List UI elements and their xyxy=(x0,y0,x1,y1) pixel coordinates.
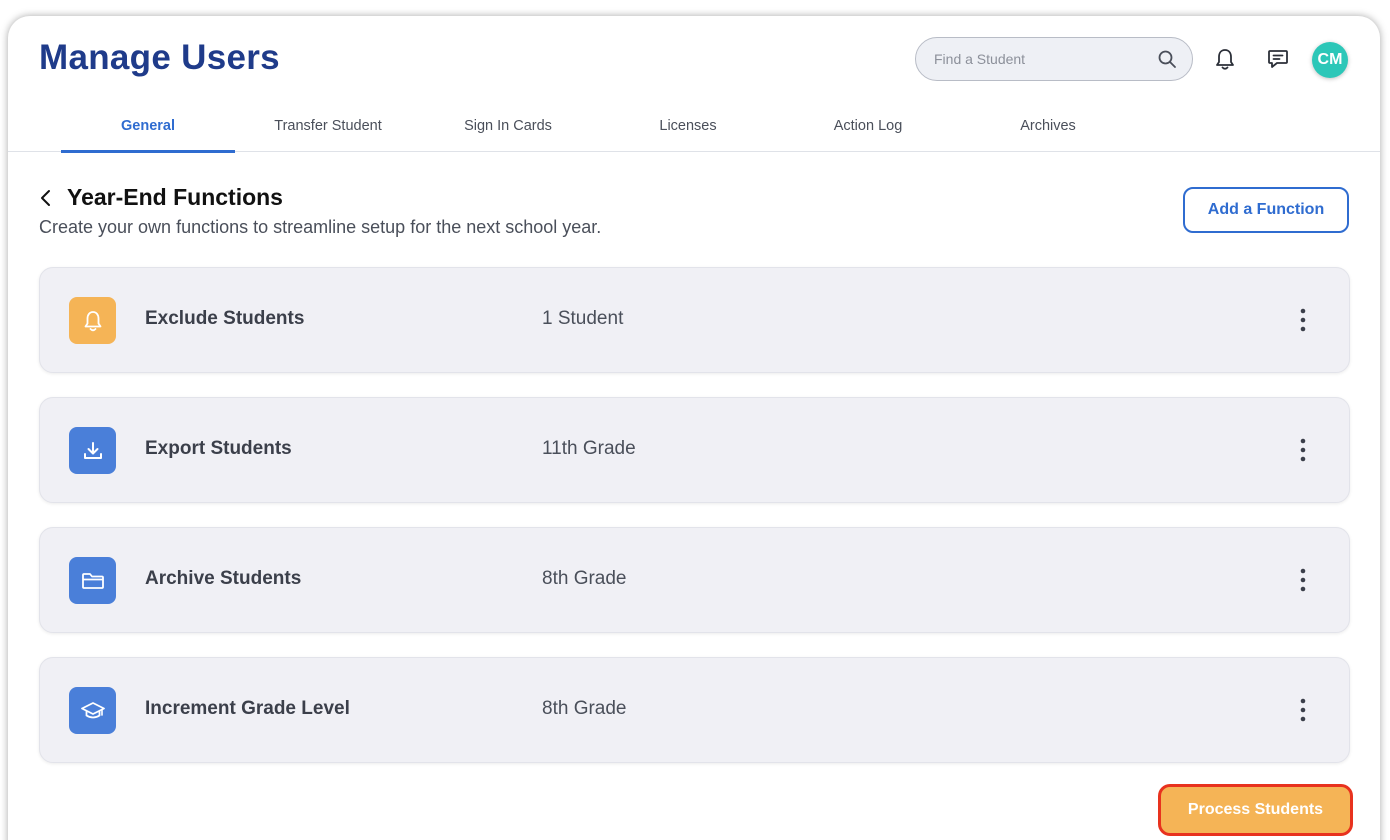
tab-transfer-student[interactable]: Transfer Student xyxy=(241,100,415,152)
back-chevron-icon[interactable] xyxy=(39,185,59,211)
function-card-increment-grade-level[interactable]: Increment Grade Level 8th Grade xyxy=(39,657,1350,763)
download-icon xyxy=(69,427,116,474)
messages-icon[interactable] xyxy=(1264,45,1292,73)
tab-sign-in-cards[interactable]: Sign In Cards xyxy=(421,100,595,152)
function-card-exclude-students[interactable]: Exclude Students 1 Student xyxy=(39,267,1350,373)
more-options-icon[interactable] xyxy=(1291,565,1315,595)
tab-action-log[interactable]: Action Log xyxy=(781,100,955,152)
function-target: 8th Grade xyxy=(542,568,627,589)
function-name: Increment Grade Level xyxy=(145,698,350,719)
tab-bar: General Transfer Student Sign In Cards L… xyxy=(8,100,1380,153)
more-options-icon[interactable] xyxy=(1291,695,1315,725)
notifications-bell-icon[interactable] xyxy=(1211,45,1239,73)
function-target: 1 Student xyxy=(542,308,624,329)
tab-archives[interactable]: Archives xyxy=(961,100,1135,152)
function-target: 8th Grade xyxy=(542,698,627,719)
function-name: Export Students xyxy=(145,438,292,459)
tab-general[interactable]: General xyxy=(61,100,235,153)
function-list: Exclude Students 1 Student Export Studen… xyxy=(39,267,1350,787)
function-card-archive-students[interactable]: Archive Students 8th Grade xyxy=(39,527,1350,633)
folder-icon xyxy=(69,557,116,604)
more-options-icon[interactable] xyxy=(1291,305,1315,335)
add-function-button[interactable]: Add a Function xyxy=(1183,187,1349,233)
app-window: Manage Users CM General Transfer Student… xyxy=(8,16,1380,840)
graduation-cap-icon xyxy=(69,687,116,734)
section-header: Year-End Functions Create your own funct… xyxy=(39,184,601,238)
search-input[interactable] xyxy=(934,51,1156,67)
section-subtitle: Create your own functions to streamline … xyxy=(39,217,602,237)
search-box[interactable] xyxy=(915,37,1193,81)
more-options-icon[interactable] xyxy=(1291,435,1315,465)
function-card-export-students[interactable]: Export Students 11th Grade xyxy=(39,397,1350,503)
bell-icon xyxy=(69,297,116,344)
tab-licenses[interactable]: Licenses xyxy=(601,100,775,152)
function-target: 11th Grade xyxy=(542,438,636,459)
section-title: Year-End Functions xyxy=(67,184,283,210)
search-icon[interactable] xyxy=(1156,48,1178,70)
function-name: Archive Students xyxy=(145,568,302,589)
user-avatar[interactable]: CM xyxy=(1312,42,1348,78)
process-students-button[interactable]: Process Students xyxy=(1158,784,1353,836)
page-title: Manage Users xyxy=(39,38,280,77)
function-name: Exclude Students xyxy=(145,308,305,329)
